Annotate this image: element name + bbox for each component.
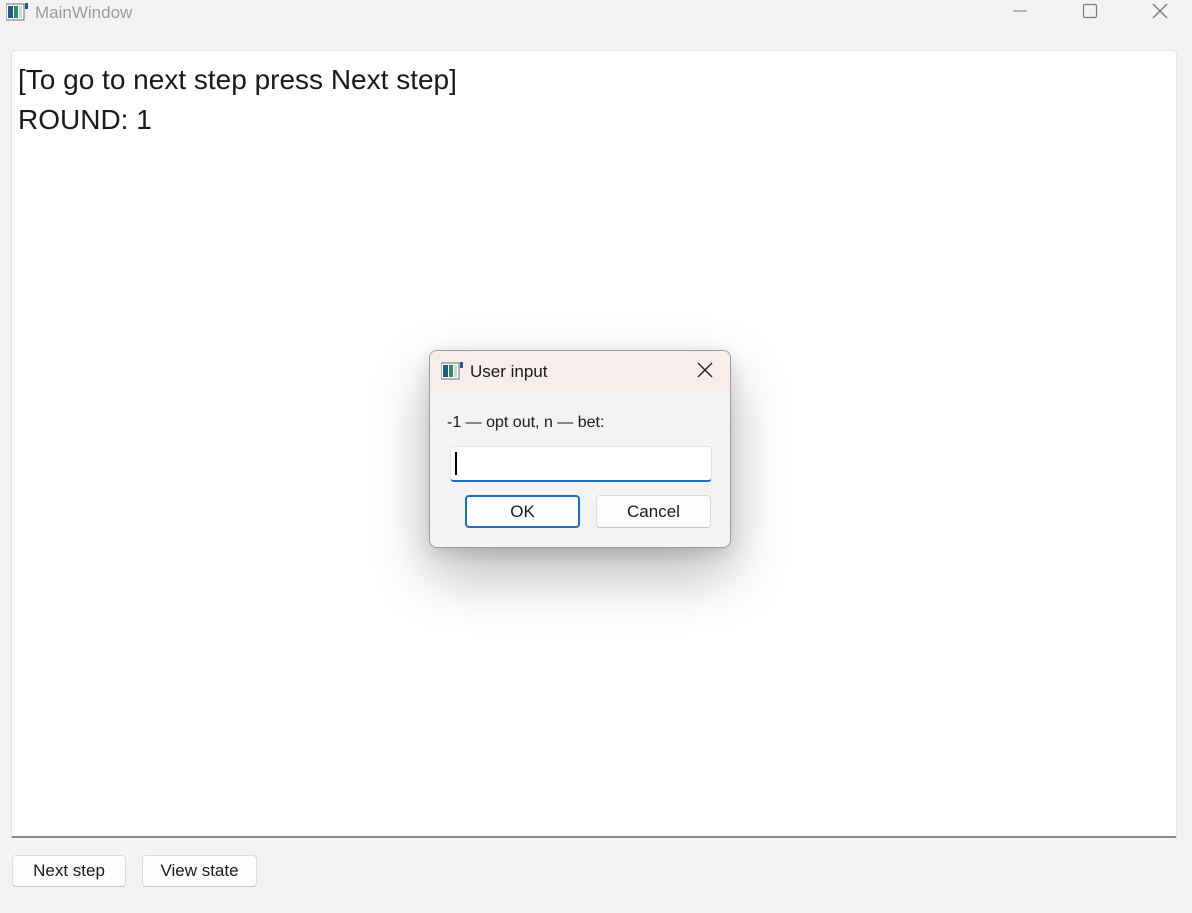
minimize-icon (1012, 3, 1028, 24)
app-icon (5, 3, 28, 21)
minimize-button[interactable] (997, 0, 1043, 26)
maximize-button[interactable] (1067, 0, 1113, 26)
cancel-button[interactable]: Cancel (596, 495, 711, 528)
close-button[interactable] (1137, 0, 1183, 26)
dialog-titlebar[interactable]: User input (430, 351, 730, 393)
dialog-title: User input (470, 362, 548, 381)
close-icon (696, 361, 714, 384)
dialog-prompt-label: -1 — opt out, n — bet: (447, 414, 605, 431)
maximize-icon (1082, 3, 1098, 24)
instruction-text: [To go to next step press Next step] (18, 64, 457, 95)
text-caret (455, 452, 457, 475)
dialog-close-button[interactable] (688, 360, 722, 384)
close-icon (1151, 2, 1169, 25)
next-step-button[interactable]: Next step (12, 855, 126, 887)
window-titlebar: MainWindow (0, 0, 1192, 26)
window-title: MainWindow (35, 3, 133, 22)
round-text: ROUND: 1 (18, 104, 152, 135)
view-state-button[interactable]: View state (142, 855, 257, 887)
dialog-app-icon (440, 362, 463, 380)
user-input-dialog: User input -1 — opt out, n — bet: OK Can… (429, 350, 731, 548)
ok-button[interactable]: OK (465, 495, 580, 528)
bet-input[interactable] (450, 446, 712, 482)
